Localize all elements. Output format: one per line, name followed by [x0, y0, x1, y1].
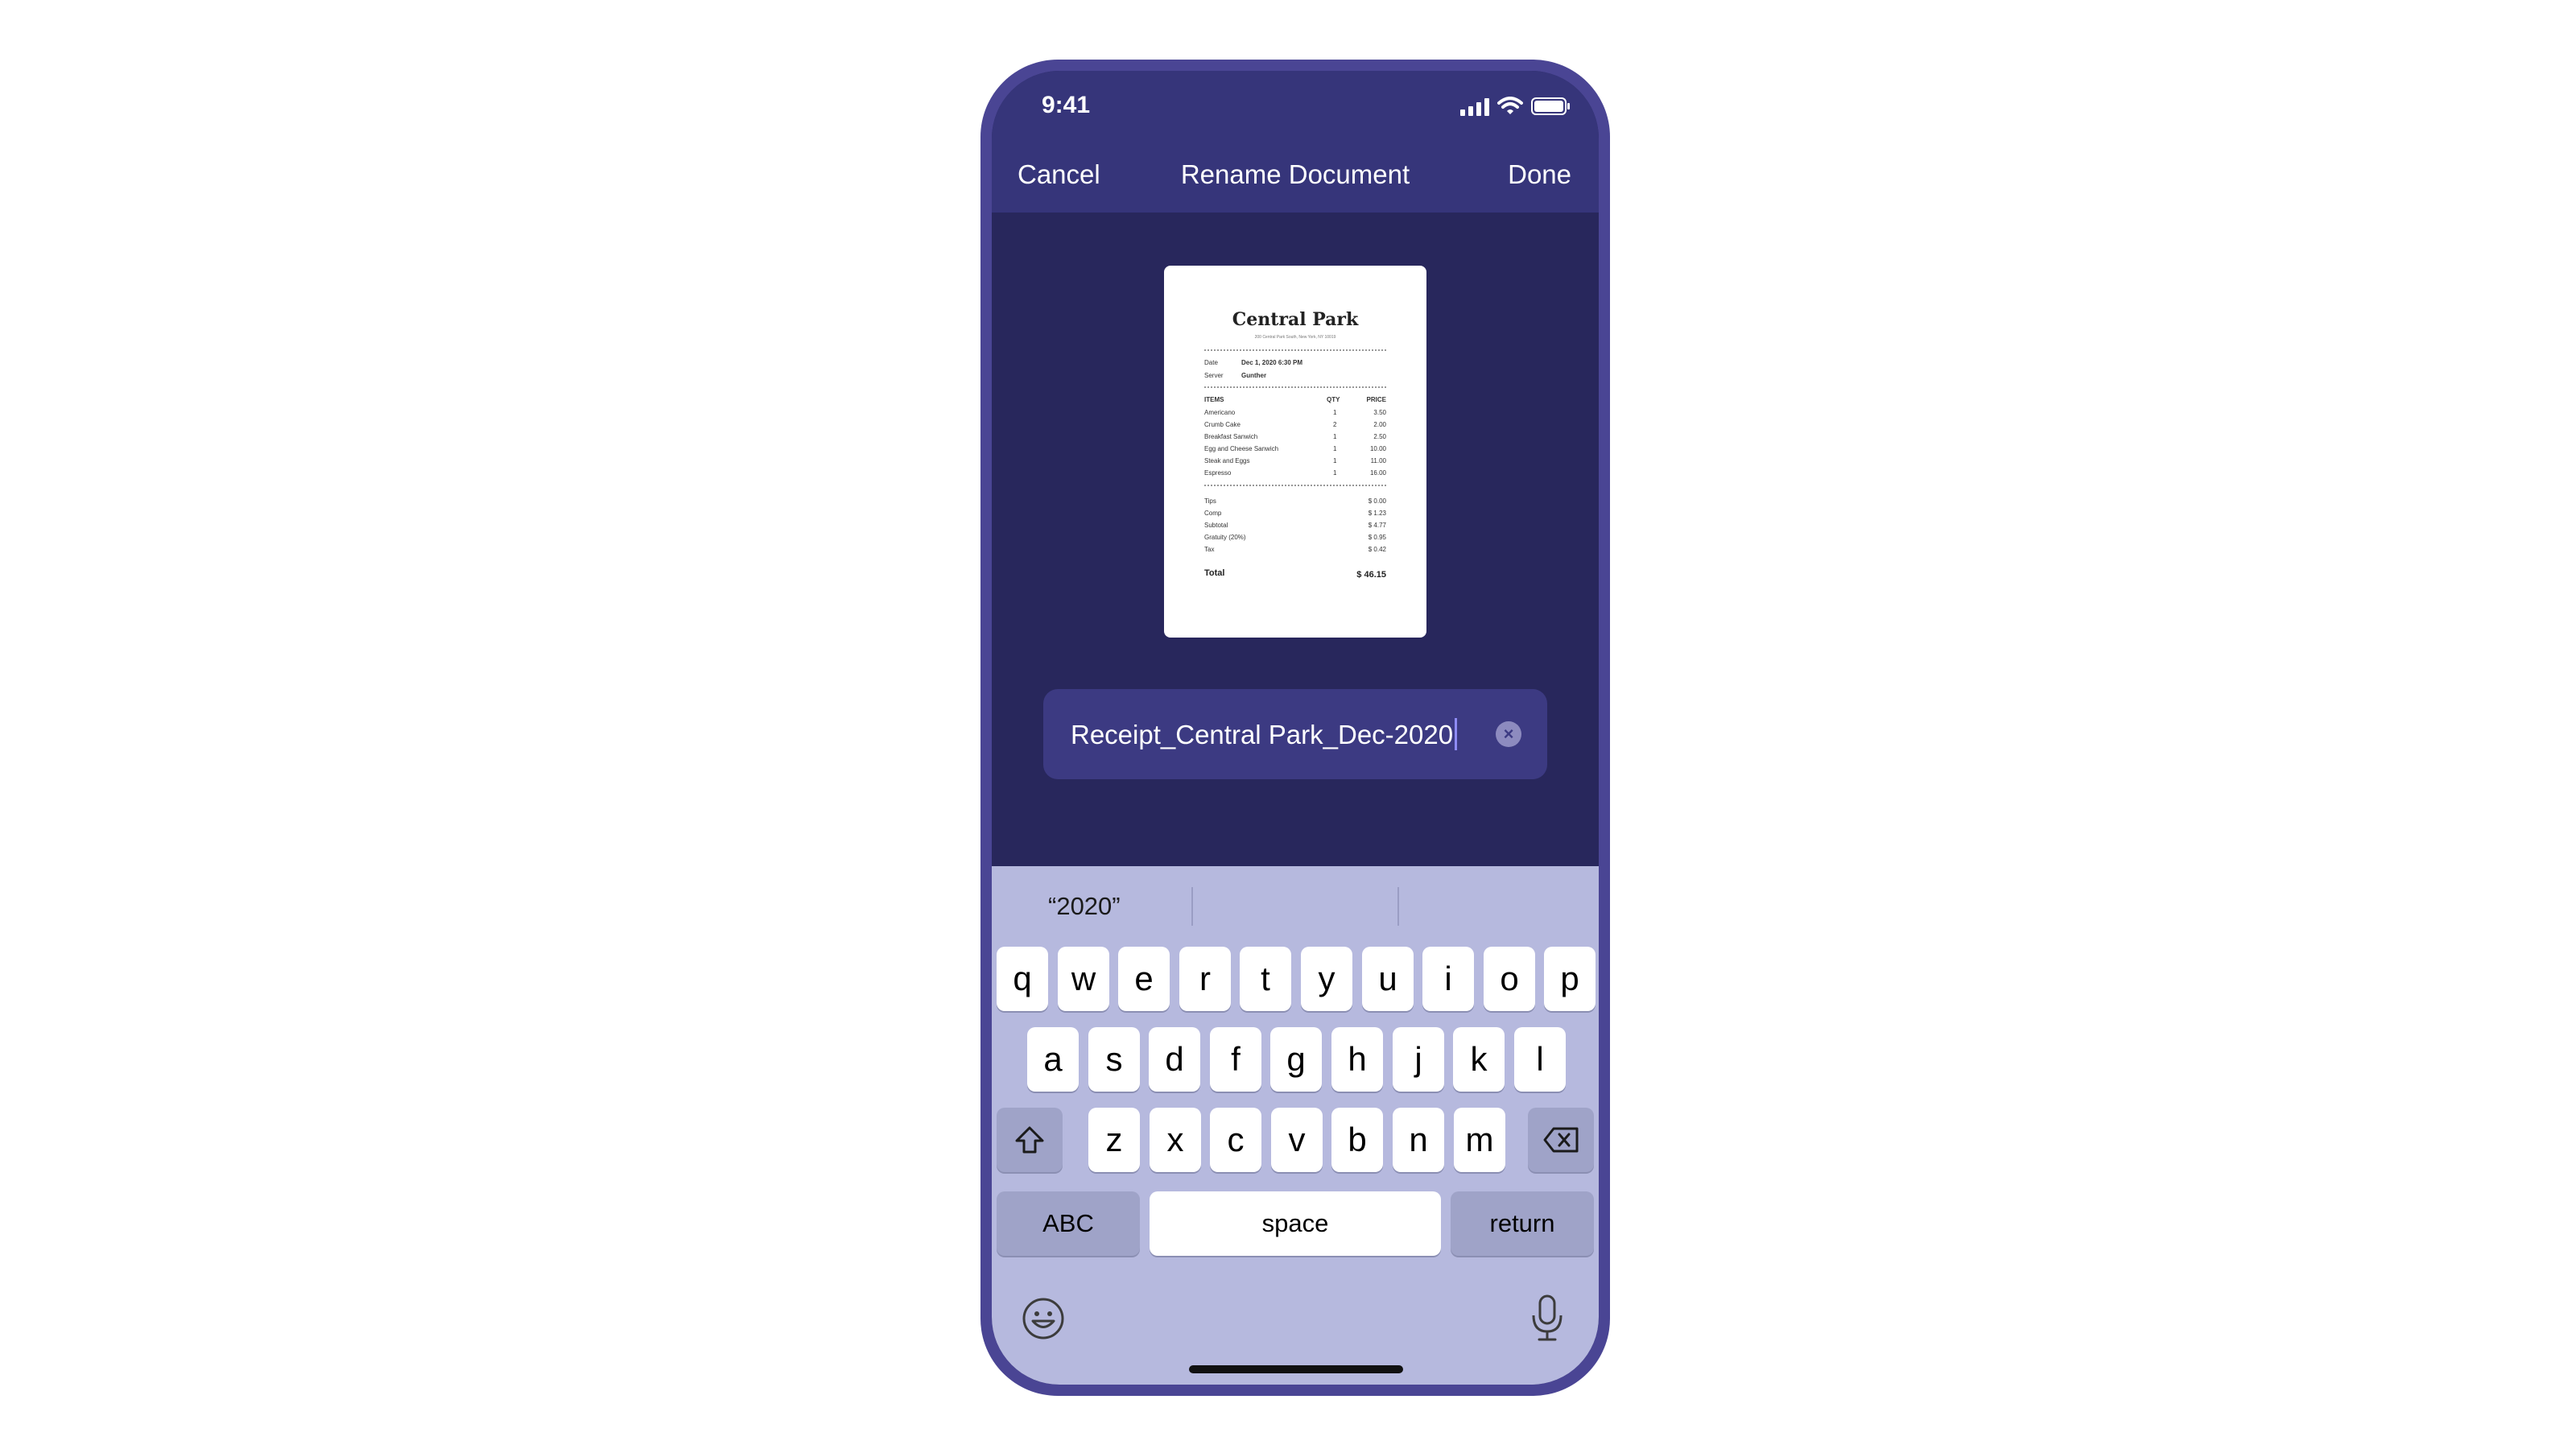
receipt-summary-label: Gratuity (20%) [1204, 534, 1246, 541]
key-i[interactable]: i [1422, 947, 1474, 1011]
document-thumbnail: Central Park 200 Central Park South, New… [1164, 266, 1426, 638]
suggestion-divider [1397, 887, 1399, 926]
suggestion-divider [1191, 887, 1193, 926]
delete-icon [1543, 1127, 1579, 1153]
key-a[interactable]: a [1027, 1027, 1079, 1092]
key-w[interactable]: w [1058, 947, 1109, 1011]
document-name-input[interactable]: Receipt_Central Park_Dec-2020 [1071, 718, 1458, 750]
shift-key[interactable] [997, 1108, 1063, 1172]
wifi-icon [1497, 97, 1523, 114]
document-name-field[interactable]: Receipt_Central Park_Dec-2020 × [1043, 689, 1547, 779]
receipt-item-qty: 1 [1333, 409, 1337, 416]
key-j[interactable]: j [1393, 1027, 1444, 1092]
key-q[interactable]: q [997, 947, 1048, 1011]
keyboard: “2020” qwertyuiop asdfghjkl zxcvbnm ABC … [992, 866, 1599, 1385]
receipt-item-name: Espresso [1204, 469, 1232, 477]
receipt-total-value: $ 46.15 [1356, 570, 1386, 580]
receipt-item-qty: 2 [1333, 421, 1337, 428]
suggestion-item[interactable]: “2020” [1048, 892, 1121, 921]
receipt-item-qty: 1 [1333, 445, 1337, 452]
receipt-summary-value: $ 1.23 [1368, 510, 1386, 517]
key-x[interactable]: x [1150, 1108, 1201, 1172]
divider [1204, 349, 1386, 351]
receipt-summary-label: Tips [1204, 497, 1216, 505]
key-k[interactable]: k [1453, 1027, 1505, 1092]
top-bar: 9:41 Cancel Rename Document Done [992, 71, 1599, 213]
key-c[interactable]: c [1210, 1108, 1261, 1172]
cellular-signal-icon [1460, 98, 1489, 116]
clear-circle-icon[interactable]: × [1496, 721, 1521, 747]
key-v[interactable]: v [1271, 1108, 1323, 1172]
receipt-server-value: Gunther [1241, 372, 1267, 379]
receipt-item-name: Breakfast Sanwich [1204, 433, 1258, 440]
receipt-header-price: PRICE [1366, 396, 1386, 403]
receipt-summary-label: Subtotal [1204, 522, 1228, 529]
divider [1204, 485, 1386, 486]
receipt-summary-value: $ 0.95 [1368, 534, 1386, 541]
text-caret [1455, 718, 1458, 750]
receipt-server-label: Server [1204, 372, 1224, 379]
key-n[interactable]: n [1393, 1108, 1444, 1172]
receipt-total-label: Total [1204, 568, 1225, 578]
key-b[interactable]: b [1331, 1108, 1383, 1172]
receipt-item-name: Crumb Cake [1204, 421, 1241, 428]
receipt-address: 200 Central Park South, New York, NY 100… [1254, 335, 1336, 340]
microphone-icon[interactable] [1530, 1293, 1565, 1344]
abc-key[interactable]: ABC [997, 1191, 1140, 1256]
emoji-icon[interactable] [1021, 1296, 1066, 1341]
home-indicator [1189, 1365, 1403, 1373]
done-button[interactable]: Done [1508, 159, 1571, 190]
key-m[interactable]: m [1454, 1108, 1505, 1172]
receipt-title: Central Park [1232, 309, 1359, 330]
receipt-item-name: Americano [1204, 409, 1236, 416]
receipt-item-qty: 1 [1333, 469, 1337, 477]
receipt-date-value: Dec 1, 2020 6:30 PM [1241, 359, 1303, 366]
space-key[interactable]: space [1150, 1191, 1441, 1256]
screen: 9:41 Cancel Rename Document Done Central… [992, 71, 1599, 1385]
receipt-summary-value: $ 0.00 [1368, 497, 1386, 505]
receipt-item-qty: 1 [1333, 433, 1337, 440]
key-t[interactable]: t [1240, 947, 1291, 1011]
receipt-item-price: 2.50 [1373, 433, 1386, 440]
key-r[interactable]: r [1179, 947, 1231, 1011]
receipt-item-price: 11.00 [1370, 457, 1386, 464]
key-g[interactable]: g [1270, 1027, 1322, 1092]
receipt-header-items: ITEMS [1204, 396, 1224, 403]
key-f[interactable]: f [1210, 1027, 1261, 1092]
receipt-item-price: 3.50 [1373, 409, 1386, 416]
document-name-value: Receipt_Central Park_Dec-2020 [1071, 720, 1454, 749]
key-y[interactable]: y [1301, 947, 1352, 1011]
key-u[interactable]: u [1362, 947, 1414, 1011]
receipt-header-qty: QTY [1327, 396, 1340, 403]
receipt-summary-value: $ 0.42 [1368, 546, 1386, 553]
divider [1204, 386, 1386, 388]
receipt-summary-value: $ 4.77 [1368, 522, 1386, 529]
status-time: 9:41 [1042, 92, 1091, 118]
receipt-item-name: Egg and Cheese Sanwich [1204, 445, 1279, 452]
key-l[interactable]: l [1514, 1027, 1566, 1092]
key-e[interactable]: e [1118, 947, 1170, 1011]
receipt-summary-label: Comp [1204, 510, 1222, 517]
status-icons [1460, 97, 1571, 116]
receipt-item-qty: 1 [1333, 457, 1337, 464]
receipt-date-label: Date [1204, 359, 1218, 366]
receipt-item-price: 16.00 [1369, 469, 1386, 477]
battery-icon [1531, 97, 1570, 115]
receipt-item-price: 2.00 [1373, 421, 1386, 428]
key-z[interactable]: z [1088, 1108, 1140, 1172]
receipt-item-name: Steak and Eggs [1204, 457, 1250, 464]
shift-icon [1015, 1126, 1044, 1154]
receipt-summary-label: Tax [1204, 546, 1215, 553]
key-s[interactable]: s [1088, 1027, 1140, 1092]
receipt-item-price: 10.00 [1369, 445, 1386, 452]
key-p[interactable]: p [1544, 947, 1596, 1011]
key-h[interactable]: h [1331, 1027, 1383, 1092]
key-o[interactable]: o [1484, 947, 1535, 1011]
return-key[interactable]: return [1451, 1191, 1594, 1256]
key-d[interactable]: d [1149, 1027, 1200, 1092]
delete-key[interactable] [1528, 1108, 1594, 1172]
